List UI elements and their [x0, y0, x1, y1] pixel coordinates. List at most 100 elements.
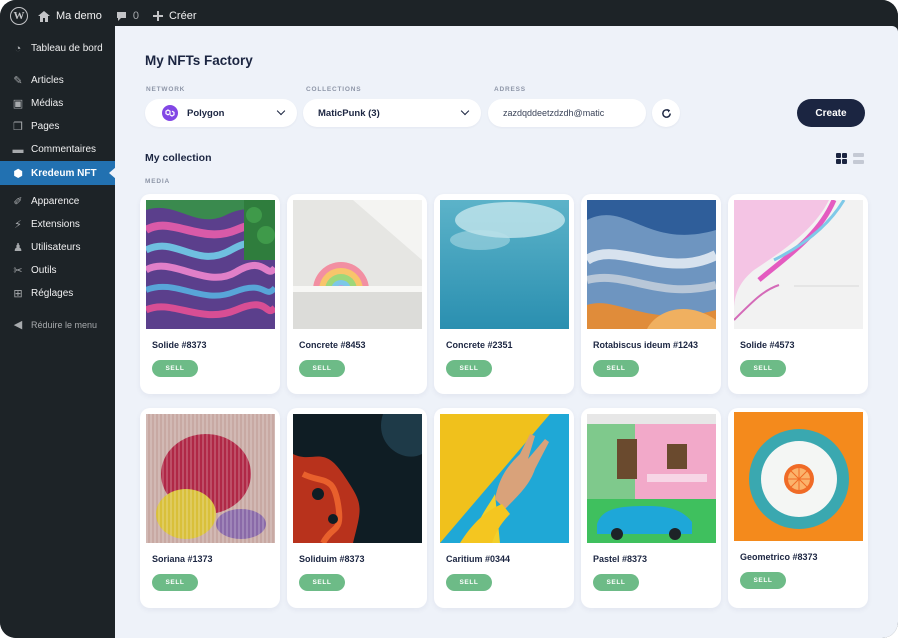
nft-card[interactable]: Concrete #8453 SELL — [287, 194, 427, 394]
nft-card[interactable]: Pastel #8373 SELL — [581, 408, 721, 608]
sell-button[interactable]: SELL — [299, 574, 345, 591]
nft-card[interactable]: Geometrico #8373 SELL — [728, 408, 868, 608]
sidebar-item-medias[interactable]: ▣ Médias — [0, 92, 115, 115]
sidebar-item-kredeum-nft[interactable]: ⬢ Kredeum NFT — [0, 161, 116, 185]
site-name: Ma demo — [56, 10, 102, 22]
collections-value: MaticPunk (3) — [318, 107, 380, 119]
nft-image-orange-plate — [734, 412, 863, 541]
nft-image-ink — [734, 200, 863, 329]
sidebar-item-label: Kredeum NFT — [31, 167, 97, 179]
nft-name: Geometrico #8373 — [740, 552, 818, 562]
page-title: My NFTs Factory — [145, 53, 253, 68]
nft-image-terraces — [146, 200, 275, 329]
adress-label: ADRESS — [494, 86, 526, 93]
media-icon: ▣ — [12, 98, 24, 110]
comments-link[interactable]: 0 — [116, 10, 139, 22]
sidebar-item-pages[interactable]: ❐ Pages — [0, 115, 115, 138]
nft-card[interactable]: Rotabiscus ideum #1243 SELL — [581, 194, 721, 394]
sell-button[interactable]: SELL — [299, 360, 345, 377]
sell-button[interactable]: SELL — [593, 360, 639, 377]
sidebar-item-users[interactable]: ♟ Utilisateurs — [0, 236, 115, 259]
nft-card[interactable]: Caritium #0344 SELL — [434, 408, 574, 608]
collapse-arrow-icon: ◀ — [13, 319, 23, 331]
network-select[interactable]: Polygon — [145, 99, 297, 127]
nft-name: Soliduim #8373 — [299, 554, 365, 564]
new-content-label: Créer — [168, 10, 197, 22]
sell-button[interactable]: SELL — [446, 574, 492, 591]
comments-count: 0 — [132, 10, 139, 22]
site-name-link[interactable]: Ma demo — [38, 10, 102, 22]
network-label: NETWORK — [146, 86, 186, 93]
nft-image-lava — [293, 414, 422, 543]
sidebar-item-extensions[interactable]: ⚡ Extensions — [0, 213, 115, 236]
pin-icon: ✎ — [13, 75, 23, 87]
adress-field[interactable]: zazdqddeetzdzdh@matic — [488, 99, 646, 127]
nft-name: Rotabiscus ideum #1243 — [593, 340, 699, 350]
collections-label: COLLECTIONS — [306, 86, 362, 93]
nft-image-sky — [440, 200, 569, 329]
polygon-icon — [162, 105, 178, 121]
nft-name: Caritium #0344 — [446, 554, 511, 564]
sidebar-item-appearance[interactable]: ✐ Apparence — [0, 190, 115, 213]
nft-card[interactable]: Solide #8373 SELL — [140, 194, 280, 394]
network-value: Polygon — [187, 107, 225, 119]
nft-card[interactable]: Soriana #1373 SELL — [140, 408, 280, 608]
sidebar-item-label: Extensions — [31, 219, 80, 230]
nft-image-rainbow — [293, 200, 422, 329]
sidebar-item-label: Réglages — [31, 288, 74, 299]
new-content-link[interactable]: Créer — [152, 10, 197, 22]
collapse-menu-label: Réduire le menu — [31, 319, 98, 330]
chevron-down-icon — [460, 106, 470, 116]
sidebar-item-comments[interactable]: ▬ Commentaires — [0, 138, 115, 161]
nft-card[interactable]: Concrete #2351 SELL — [434, 194, 574, 394]
pages-icon: ❐ — [13, 121, 23, 133]
collections-select[interactable]: MaticPunk (3) — [303, 99, 481, 127]
nft-name: Concrete #2351 — [446, 340, 513, 350]
refresh-button[interactable] — [652, 99, 680, 127]
settings-icon: ⊞ — [13, 288, 23, 300]
nft-card[interactable]: Solide #4573 SELL — [728, 194, 868, 394]
sidebar-item-label: Articles — [31, 75, 64, 86]
app-frame: W Ma demo 0 Créer ◔ Tableau de bord ✎ Ar… — [0, 0, 898, 638]
sell-button[interactable]: SELL — [152, 360, 198, 377]
sidebar-item-label: Tableau de bord — [31, 43, 103, 54]
wrench-icon: ✂ — [13, 265, 23, 277]
adress-value: zazdqddeetzdzdh@matic — [503, 108, 605, 118]
plus-icon — [152, 11, 163, 21]
collection-title: My collection — [145, 152, 212, 164]
collapse-menu-button[interactable]: ◀ Réduire le menu — [0, 313, 115, 336]
sidebar-item-label: Utilisateurs — [31, 242, 81, 253]
dashboard-icon: ◔ — [14, 42, 22, 55]
sidebar-item-articles[interactable]: ✎ Articles — [0, 69, 115, 92]
users-icon: ♟ — [13, 242, 23, 254]
nft-name: Soriana #1373 — [152, 554, 213, 564]
sidebar-item-label: Outils — [31, 265, 57, 276]
sidebar-item-dashboard[interactable]: ◔ Tableau de bord — [0, 37, 115, 60]
sidebar-item-settings[interactable]: ⊞ Réglages — [0, 282, 115, 305]
sell-button[interactable]: SELL — [740, 360, 786, 377]
admin-sidebar: ◔ Tableau de bord ✎ Articles ▣ Médias ❐ … — [0, 32, 116, 638]
sidebar-item-label: Commentaires — [31, 144, 97, 155]
create-button[interactable]: Create — [797, 99, 865, 127]
sell-button[interactable]: SELL — [446, 360, 492, 377]
plugin-icon: ⚡ — [14, 219, 22, 231]
nft-name: Pastel #8373 — [593, 554, 648, 564]
nft-card[interactable]: Soliduim #8373 SELL — [287, 408, 427, 608]
wordpress-logo-icon[interactable]: W — [10, 7, 28, 25]
grid-view-icon[interactable] — [836, 153, 847, 164]
comments-icon: ▬ — [12, 143, 24, 156]
nft-image-pastel-house — [587, 414, 716, 543]
sell-button[interactable]: SELL — [593, 574, 639, 591]
media-label: MEDIA — [145, 178, 170, 185]
sidebar-item-tools[interactable]: ✂ Outils — [0, 259, 115, 282]
chevron-down-icon — [276, 106, 286, 116]
nft-image-glass — [146, 414, 275, 543]
list-view-icon[interactable] — [853, 153, 864, 164]
sell-button[interactable]: SELL — [152, 574, 198, 591]
nft-image-hand — [440, 414, 569, 543]
sell-button[interactable]: SELL — [740, 572, 786, 589]
refresh-icon — [661, 108, 671, 118]
nft-name: Solide #4573 — [740, 340, 795, 350]
nft-name: Concrete #8453 — [299, 340, 366, 350]
home-icon — [38, 10, 50, 22]
